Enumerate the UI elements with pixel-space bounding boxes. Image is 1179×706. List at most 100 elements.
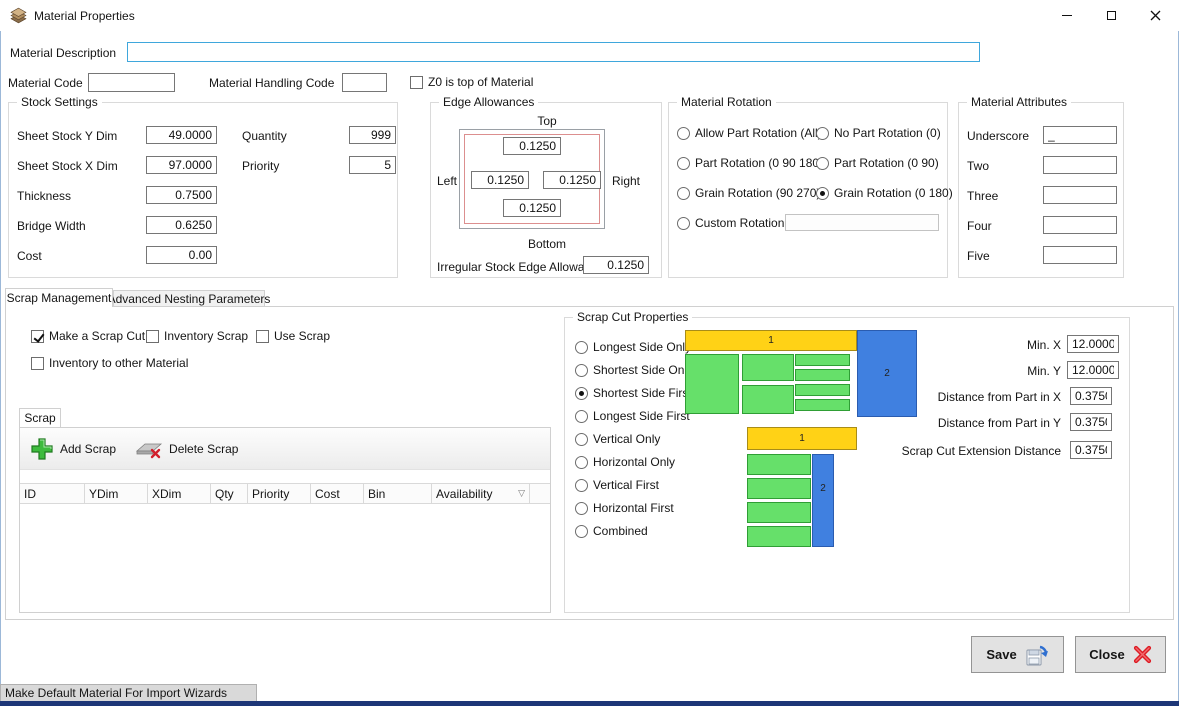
maximize-button[interactable]	[1089, 1, 1134, 30]
material-description-input[interactable]	[127, 42, 980, 62]
radio-horizontal-only[interactable]: Horizontal Only	[575, 455, 675, 469]
scrap-table-body[interactable]	[20, 504, 550, 612]
radio-longest-side-only[interactable]: Longest Side Only	[575, 340, 691, 354]
checkbox-icon	[410, 76, 423, 89]
radio-no-part-rotation[interactable]: No Part Rotation (0)	[816, 126, 941, 140]
min-x-input[interactable]	[1067, 335, 1119, 353]
distance-part-y-input[interactable]	[1070, 413, 1112, 431]
radio-label: Shortest Side Only	[593, 363, 693, 377]
groupbox-title: Scrap Cut Properties	[573, 310, 692, 324]
checkbox-label: Inventory to other Material	[49, 356, 188, 370]
radio-vertical-only[interactable]: Vertical Only	[575, 432, 660, 446]
sheet-stock-y-input[interactable]	[146, 126, 217, 144]
inventory-other-material-checkbox[interactable]: Inventory to other Material	[31, 356, 188, 370]
sheet-stock-x-label: Sheet Stock X Dim	[17, 159, 118, 173]
column-header-qty[interactable]: Qty	[211, 484, 248, 503]
diagram-part	[742, 385, 794, 414]
thickness-label: Thickness	[17, 189, 71, 203]
button-label: Close	[1089, 647, 1124, 662]
edge-bottom-input[interactable]	[503, 199, 561, 217]
edge-top-input[interactable]	[503, 137, 561, 155]
bridge-width-input[interactable]	[146, 216, 217, 234]
quantity-label: Quantity	[242, 129, 287, 143]
material-handling-code-label: Material Handling Code	[209, 76, 334, 90]
delete-scrap-button[interactable]: Delete Scrap	[126, 428, 248, 469]
use-scrap-checkbox[interactable]: Use Scrap	[256, 329, 330, 343]
column-header-id[interactable]: ID	[20, 484, 85, 503]
attribute-three-input[interactable]	[1043, 186, 1117, 204]
radio-shortest-side-only[interactable]: Shortest Side Only	[575, 363, 693, 377]
attribute-four-input[interactable]	[1043, 216, 1117, 234]
minimize-button[interactable]	[1044, 1, 1089, 30]
custom-rotation-input	[785, 214, 939, 231]
material-handling-code-input[interactable]	[342, 73, 387, 92]
tab-scrap-management[interactable]: Scrap Management	[5, 288, 113, 307]
distance-part-x-input[interactable]	[1070, 387, 1112, 405]
min-y-label: Min. Y	[1027, 364, 1061, 378]
attribute-five-input[interactable]	[1043, 246, 1117, 264]
save-button[interactable]: Save	[971, 636, 1064, 673]
z0-top-checkbox[interactable]: Z0 is top of Material	[410, 75, 533, 89]
button-label: Delete Scrap	[169, 442, 238, 456]
column-header-priority[interactable]: Priority	[248, 484, 311, 503]
attribute-underscore-input[interactable]	[1043, 126, 1117, 144]
min-y-input[interactable]	[1067, 361, 1119, 379]
radio-custom-rotation[interactable]: Custom Rotation	[677, 216, 784, 230]
add-scrap-button[interactable]: Add Scrap	[20, 428, 126, 469]
checkbox-icon	[31, 330, 44, 343]
region-label: 1	[768, 335, 774, 346]
button-label: Add Scrap	[60, 442, 116, 456]
column-header-ydim[interactable]: YDim	[85, 484, 148, 503]
priority-input[interactable]	[349, 156, 396, 174]
radio-part-rotation-0-90[interactable]: Part Rotation (0 90)	[816, 156, 939, 170]
column-header-xdim[interactable]: XDim	[148, 484, 211, 503]
material-code-input[interactable]	[88, 73, 175, 92]
radio-grain-rotation-90-270[interactable]: Grain Rotation (90 270)	[677, 186, 820, 200]
radio-icon	[816, 187, 829, 200]
inventory-scrap-checkbox[interactable]: Inventory Scrap	[146, 329, 248, 343]
save-icon	[1025, 643, 1049, 667]
radio-part-rotation-0-90-180[interactable]: Part Rotation (0 90 180)	[677, 156, 823, 170]
thickness-input[interactable]	[146, 186, 217, 204]
irregular-edge-input[interactable]	[583, 256, 649, 274]
checkbox-label: Inventory Scrap	[164, 329, 248, 343]
radio-combined[interactable]: Combined	[575, 524, 648, 538]
radio-vertical-first[interactable]: Vertical First	[575, 478, 659, 492]
material-code-label: Material Code	[8, 76, 83, 90]
radio-icon	[677, 157, 690, 170]
diagram-part	[795, 354, 850, 366]
column-header-availability[interactable]: Availability ▽	[432, 484, 530, 503]
edge-left-label: Left	[437, 174, 457, 188]
window-title: Material Properties	[34, 9, 135, 23]
radio-horizontal-first[interactable]: Horizontal First	[575, 501, 674, 515]
column-header-cost[interactable]: Cost	[311, 484, 364, 503]
attribute-two-input[interactable]	[1043, 156, 1117, 174]
close-window-button[interactable]	[1133, 1, 1178, 30]
scrap-cut-extension-input[interactable]	[1070, 441, 1112, 459]
tab-scrap[interactable]: Scrap	[19, 408, 61, 427]
radio-longest-side-first[interactable]: Longest Side First	[575, 409, 690, 423]
radio-grain-rotation-0-180[interactable]: Grain Rotation (0 180)	[816, 186, 953, 200]
edge-right-input[interactable]	[543, 171, 601, 189]
quantity-input[interactable]	[349, 126, 396, 144]
radio-icon	[677, 217, 690, 230]
make-scrap-cut-checkbox[interactable]: Make a Scrap Cut	[31, 329, 145, 343]
close-button[interactable]: Close	[1075, 636, 1166, 673]
edge-left-input[interactable]	[471, 171, 529, 189]
button-label: Save	[986, 647, 1016, 662]
tab-advanced-nesting-parameters[interactable]: Advanced Nesting Parameters	[113, 290, 265, 307]
radio-icon	[575, 525, 588, 538]
radio-shortest-side-first[interactable]: Shortest Side First	[575, 386, 692, 400]
delete-icon	[136, 439, 163, 459]
sheet-stock-x-input[interactable]	[146, 156, 217, 174]
radio-label: No Part Rotation (0)	[834, 126, 941, 140]
radio-icon	[677, 187, 690, 200]
attribute-five-label: Five	[967, 249, 990, 263]
stock-settings-group: Stock Settings Sheet Stock Y Dim Quantit…	[8, 102, 398, 278]
radio-icon	[575, 341, 588, 354]
tab-label: Advanced Nesting Parameters	[108, 292, 271, 306]
maximize-icon	[1107, 11, 1116, 20]
radio-allow-part-rotation-all[interactable]: Allow Part Rotation (All)	[677, 126, 822, 140]
cost-input[interactable]	[146, 246, 217, 264]
column-header-bin[interactable]: Bin	[364, 484, 432, 503]
